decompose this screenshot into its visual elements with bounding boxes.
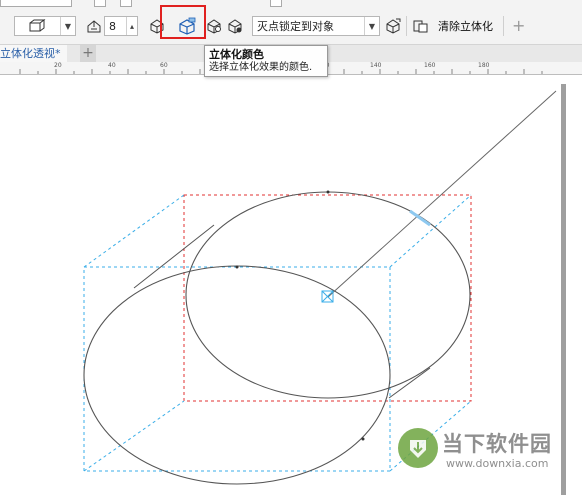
ruler-label: 20	[54, 62, 62, 69]
new-tab-button[interactable]: +	[80, 45, 96, 62]
vanishing-point-line	[327, 90, 557, 298]
add-toolbar-item-button[interactable]: +	[512, 18, 525, 34]
vanishing-point-lock-dropdown[interactable]: 灭点锁定到对象 ▼	[252, 16, 380, 36]
top-control-fragment	[0, 0, 72, 7]
copy-extrude-properties-icon[interactable]	[384, 15, 402, 37]
page-border-right	[561, 84, 566, 495]
top-control-fragment	[120, 0, 132, 7]
toolbar-divider	[503, 16, 504, 36]
watermark-logo	[398, 428, 438, 468]
chevron-down-icon: ▼	[364, 17, 379, 35]
top-control-fragment	[94, 0, 106, 7]
depth-handle	[409, 209, 431, 227]
watermark: 当下软件园 www.downxia.com	[398, 428, 560, 476]
top-control-fragment	[270, 0, 282, 7]
ruler-label: 160	[424, 62, 436, 69]
depth-value: 8	[109, 19, 116, 33]
depth-icon	[85, 15, 103, 37]
extrusion-tangent-lines	[133, 224, 431, 399]
front-ellipse	[83, 265, 391, 485]
tooltip-description: 选择立体化效果的颜色.	[209, 62, 313, 73]
document-tab[interactable]: 立体化透视*	[0, 45, 67, 62]
clear-extrude-label: 清除立体化	[438, 20, 493, 33]
depth-input[interactable]: 8 ▴	[104, 16, 138, 36]
watermark-name: 当下软件园	[442, 432, 552, 456]
ruler-label: 180	[478, 62, 490, 69]
ruler-label: 40	[108, 62, 116, 69]
chevron-down-icon: ▼	[60, 17, 75, 35]
depth-stepper[interactable]: ▴	[126, 17, 137, 35]
extrude-bevel-icon[interactable]	[205, 15, 223, 37]
top-strip	[0, 0, 582, 8]
tooltip-title: 立体化颜色	[209, 48, 264, 61]
vanishing-point-lock-value: 灭点锁定到对象	[257, 20, 334, 33]
property-bar: ▼ 8 ▴ 灭点锁定到对象 ▼ 清除立体化 +	[0, 8, 582, 45]
clear-extrude-button[interactable]: 清除立体化	[412, 16, 493, 36]
ruler-label: 60	[160, 62, 168, 69]
highlight-box	[160, 5, 206, 39]
toolbar-divider	[406, 16, 407, 36]
ellipse-nodes	[235, 190, 365, 441]
ruler-label: 140	[370, 62, 382, 69]
extrusion-type-icon	[29, 19, 46, 32]
watermark-url: www.downxia.com	[446, 457, 549, 470]
extrusion-type-dropdown[interactable]: ▼	[14, 16, 76, 36]
clear-extrude-icon	[413, 20, 428, 33]
tooltip: 立体化颜色 选择立体化效果的颜色.	[204, 45, 328, 77]
extrude-lighting-icon[interactable]	[226, 15, 244, 37]
